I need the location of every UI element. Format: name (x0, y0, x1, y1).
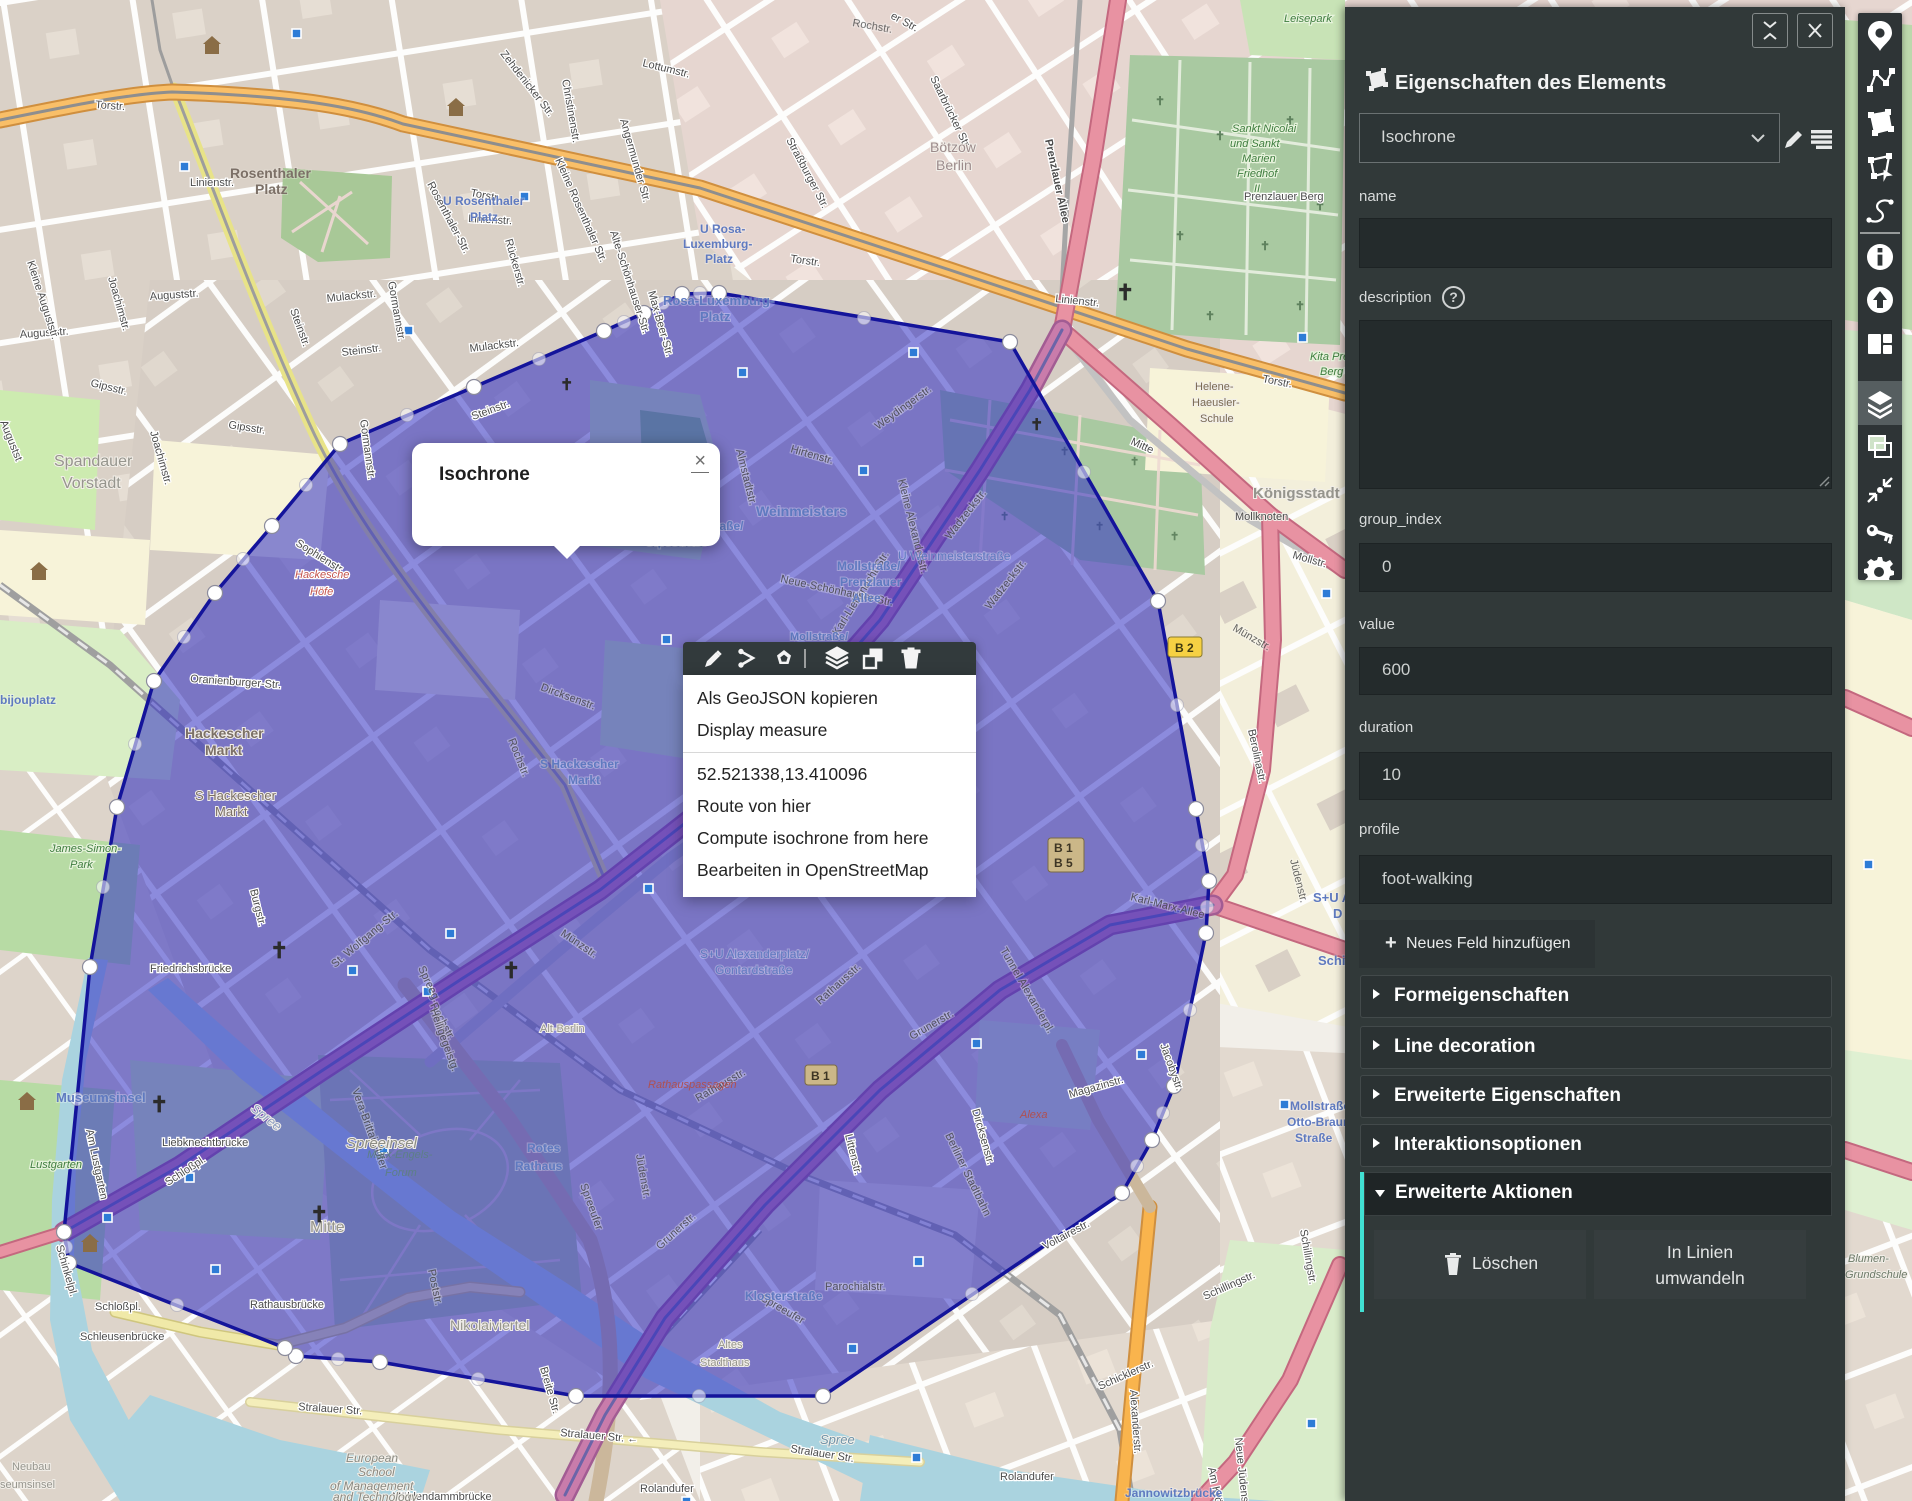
svg-text:✝: ✝ (1130, 456, 1139, 468)
svg-text:Markt: Markt (215, 804, 248, 819)
svg-text:Spree: Spree (820, 1432, 855, 1447)
svg-text:II: II (1254, 183, 1260, 195)
svg-text:Linienstr.: Linienstr. (190, 177, 234, 189)
svg-text:✝: ✝ (1030, 417, 1043, 434)
svg-text:Königsstadt: Königsstadt (1253, 485, 1340, 502)
svg-text:Museumsinsel: Museumsinsel (56, 1090, 146, 1105)
svg-text:B 1: B 1 (811, 1069, 830, 1083)
svg-text:U Weinmeisterstraße: U Weinmeisterstraße (898, 549, 1011, 563)
svg-text:Bötzow: Bötzow (930, 139, 977, 155)
svg-text:Prenzlauer: Prenzlauer (840, 575, 902, 589)
svg-text:Stadthaus: Stadthaus (700, 1357, 750, 1369)
svg-text:Rosenthaler: Rosenthaler (230, 165, 311, 181)
svg-text:Grundschule: Grundschule (1845, 1269, 1907, 1281)
svg-text:Straße: Straße (1295, 1131, 1333, 1145)
svg-text:Park: Park (70, 859, 93, 871)
svg-text:Luxemburg-: Luxemburg- (683, 237, 752, 251)
svg-text:Allee: Allee (852, 591, 881, 605)
svg-text:Schule: Schule (1200, 413, 1234, 425)
svg-text:Platz: Platz (470, 210, 498, 224)
svg-text:Sankt Nicolai: Sankt Nicolai (1232, 123, 1297, 135)
svg-text:D: D (1333, 906, 1342, 921)
svg-text:seumsinsel: seumsinsel (0, 1479, 55, 1491)
svg-text:Alt-Berlin: Alt-Berlin (540, 1023, 585, 1035)
svg-text:Gontardstraße: Gontardstraße (715, 963, 793, 977)
svg-text:Berg: Berg (1320, 366, 1344, 378)
svg-text:B 1: B 1 (1054, 841, 1073, 855)
svg-text:Friedhof: Friedhof (1237, 168, 1278, 180)
svg-text:U Rosenthaler: U Rosenthaler (443, 194, 525, 208)
svg-text:Rolandufer: Rolandufer (640, 1483, 694, 1495)
svg-text:B 5: B 5 (1054, 856, 1073, 870)
svg-text:School: School (358, 1465, 395, 1479)
svg-text:✝: ✝ (1155, 94, 1165, 108)
svg-text:✝: ✝ (502, 958, 520, 983)
svg-text:Jannowitzbrücke: Jannowitzbrücke (1125, 1486, 1223, 1500)
svg-text:Blumen-: Blumen- (1848, 1253, 1889, 1265)
svg-text:Rathausbrücke: Rathausbrücke (250, 1299, 324, 1311)
svg-text:Nikolaiviertel: Nikolaiviertel (450, 1317, 529, 1333)
svg-text:✝: ✝ (560, 377, 573, 394)
svg-text:Schleusenbrücke: Schleusenbrücke (80, 1331, 164, 1343)
svg-text:U Rosa-: U Rosa- (700, 222, 745, 236)
svg-text:European: European (346, 1451, 398, 1465)
svg-text:Haeusler-: Haeusler- (1192, 397, 1240, 409)
svg-text:Platz: Platz (700, 309, 731, 324)
svg-text:Platz: Platz (255, 181, 288, 197)
svg-text:✝: ✝ (150, 1092, 168, 1117)
svg-text:✝: ✝ (1215, 129, 1225, 143)
svg-text:✝: ✝ (1205, 309, 1215, 323)
svg-text:Lustgarten: Lustgarten (30, 1159, 82, 1171)
svg-text:Mollstraße/: Mollstraße/ (837, 559, 901, 573)
svg-text:S+U Alexanderplatz/: S+U Alexanderplatz/ (700, 947, 810, 961)
svg-text:Mollknoten: Mollknoten (1235, 511, 1288, 523)
svg-text:Forum: Forum (385, 1167, 417, 1179)
svg-text:Liebknechtbrücke: Liebknechtbrücke (162, 1137, 248, 1149)
svg-text:✝: ✝ (310, 1202, 328, 1227)
svg-text:Markt: Markt (568, 773, 600, 787)
svg-text:and Technology: and Technology (333, 1490, 418, 1501)
svg-text:Altes: Altes (718, 1339, 743, 1351)
svg-text:S Hackescher: S Hackescher (540, 757, 619, 771)
svg-text:✝: ✝ (1295, 299, 1305, 313)
svg-text:Schloßpl.: Schloßpl. (95, 1301, 141, 1313)
svg-text:Helene-: Helene- (1195, 381, 1234, 393)
svg-text:bijouplatz: bijouplatz (0, 693, 56, 707)
svg-text:Alexa: Alexa (1019, 1109, 1048, 1121)
svg-text:Torstr.: Torstr. (95, 99, 126, 113)
svg-text:Friedrichsbrücke: Friedrichsbrücke (150, 963, 231, 975)
svg-text:Höfe: Höfe (310, 586, 333, 598)
svg-text:Hackesche: Hackesche (295, 569, 349, 581)
svg-text:Markt: Markt (205, 742, 243, 758)
svg-text:✝: ✝ (1175, 229, 1185, 243)
svg-text:und Sankt: und Sankt (1230, 138, 1280, 150)
svg-text:James-Simon-: James-Simon- (49, 843, 121, 855)
svg-text:Weinmeisters: Weinmeisters (756, 503, 847, 519)
svg-text:✝: ✝ (1170, 531, 1179, 543)
svg-text:Leisepark: Leisepark (1284, 13, 1332, 25)
svg-text:S Hackescher: S Hackescher (195, 788, 277, 803)
svg-text:Vorstadt: Vorstadt (62, 475, 121, 492)
svg-text:✝: ✝ (1116, 280, 1134, 305)
svg-text:Rathaus: Rathaus (515, 1159, 563, 1173)
svg-text:✝: ✝ (1260, 239, 1270, 253)
svg-text:Neubau: Neubau (12, 1461, 51, 1473)
svg-text:Spandauer: Spandauer (54, 453, 133, 470)
svg-text:Hackescher: Hackescher (185, 725, 264, 741)
svg-text:Marx-Engels-: Marx-Engels- (367, 1149, 433, 1161)
svg-text:Platz: Platz (705, 252, 733, 266)
svg-text:Rolandufer: Rolandufer (1000, 1471, 1054, 1483)
svg-text:Rotes: Rotes (527, 1141, 561, 1155)
svg-text:Klosterstraße: Klosterstraße (745, 1289, 823, 1303)
svg-text:Marien: Marien (1242, 153, 1276, 165)
svg-text:B 2: B 2 (1175, 641, 1194, 655)
svg-text:✝: ✝ (270, 938, 288, 963)
svg-text:Rosa-Luxemburg-: Rosa-Luxemburg- (663, 293, 774, 308)
svg-text:Berlin: Berlin (936, 157, 972, 173)
svg-text:Parochialstr.: Parochialstr. (825, 1281, 886, 1293)
svg-text:Rathauspassagen: Rathauspassagen (648, 1079, 737, 1091)
